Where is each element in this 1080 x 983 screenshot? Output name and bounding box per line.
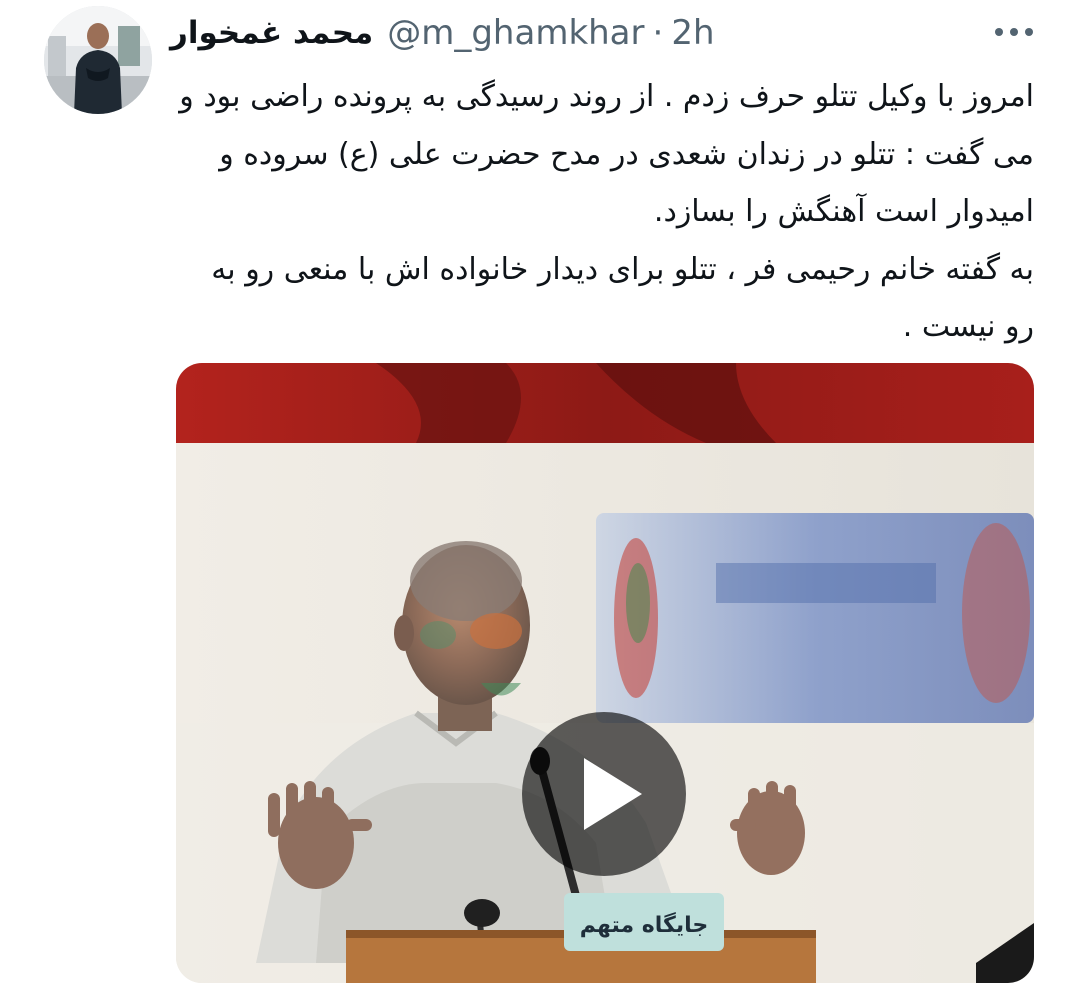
author-handle[interactable]: @m_ghamkhar xyxy=(387,13,644,53)
play-button[interactable] xyxy=(520,710,688,878)
tweet-timestamp[interactable]: 2h xyxy=(671,13,714,53)
video-thumbnail: جایگاه متهم xyxy=(176,363,1034,983)
author-avatar[interactable] xyxy=(44,6,152,114)
tweet-text: امروز با وکیل تتلو حرف زدم . از روند رسی… xyxy=(179,79,1034,345)
tweet-video[interactable]: جایگاه متهم xyxy=(176,363,1034,983)
author-display-name[interactable]: محمد غمخوار xyxy=(170,15,373,51)
ellipsis-icon xyxy=(995,28,1033,36)
tweet-header: محمد غمخوار @m_ghamkhar · 2h xyxy=(170,8,715,58)
play-icon xyxy=(522,712,686,876)
avatar-photo xyxy=(44,6,152,114)
sign-text: جایگاه متهم xyxy=(580,911,708,938)
more-options-button[interactable] xyxy=(992,14,1036,50)
header-separator: · xyxy=(652,13,664,53)
